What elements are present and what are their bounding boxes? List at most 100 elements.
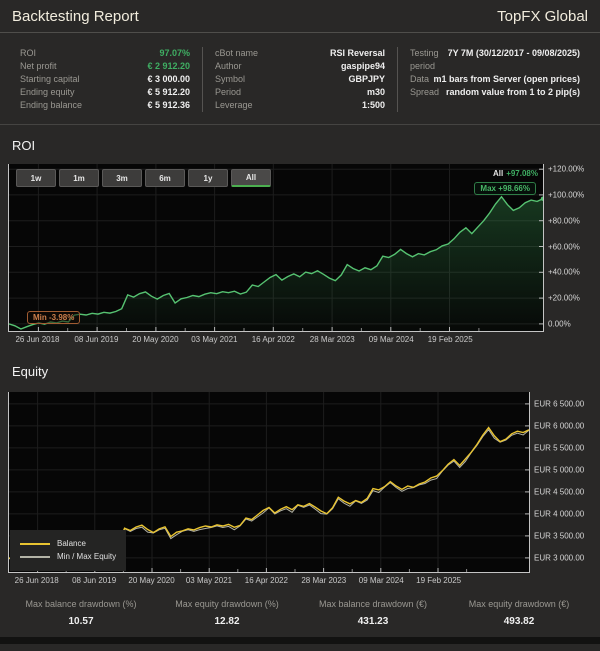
stat-label: ROI [20, 48, 37, 58]
stat-value: € 5 912.36 [147, 100, 190, 110]
equity-x-axis: 26 Jun 2018 08 Jun 2019 20 May 2020 03 May … [8, 573, 530, 588]
x-tick-label: 03 May 2021 [191, 335, 238, 344]
stat-row: Leverage 1:500 [215, 99, 385, 112]
equity-chart[interactable]: Balance Min / Max Equity [8, 392, 530, 573]
range-button-6m[interactable]: 6m [145, 169, 185, 187]
roi-min-annotation: Min -3.98% [27, 311, 81, 324]
range-button-1y[interactable]: 1y [188, 169, 228, 187]
stat-label: Period [215, 87, 242, 97]
x-tick-label: 03 May 2021 [185, 576, 233, 585]
y-tick-label: +80.00% [548, 216, 580, 226]
stat-value: RSI Reversal [329, 48, 385, 58]
roi-all-label: All [492, 169, 504, 178]
minmax-line-swatch [20, 555, 50, 558]
x-tick-label: 26 Jun 2018 [15, 335, 60, 344]
x-tick-label: 09 Mar 2024 [368, 335, 414, 344]
report-header: Backtesting Report TopFX Global [0, 0, 600, 33]
y-tick-label: +120.00% [548, 164, 585, 174]
stat-value: m30 [366, 87, 385, 97]
y-tick-label: EUR 3 500.00 [534, 531, 585, 541]
drawdown-stats: Max balance drawdown (%) 10.57 Max equit… [0, 588, 600, 633]
stat-row: Symbol GBPJPY [215, 73, 385, 86]
balance-line-swatch [20, 542, 50, 545]
stats-column-results: ROI 97.07% Net profit € 2 912.20 Starting … [8, 47, 202, 112]
y-tick-label: EUR 4 000.00 [534, 509, 585, 519]
footer-stat: Max balance drawdown (€) 431.23 [300, 599, 446, 627]
x-tick-label: 28 Mar 2023 [301, 576, 347, 585]
stat-row: Testing period 7Y 7M (30/12/2017 - 09/08/… [410, 47, 580, 73]
x-tick-label: 20 May 2020 [128, 576, 175, 585]
stat-value: 97.07% [159, 48, 190, 58]
footer-stat-value: 10.57 [68, 616, 94, 627]
equity-legend: Balance Min / Max Equity [10, 530, 127, 571]
stat-row: Period m30 [215, 86, 385, 99]
stat-row: Ending balance € 5 912.36 [20, 99, 190, 112]
footer-stat: Max balance drawdown (%) 10.57 [8, 599, 154, 627]
y-tick-label: +60.00% [548, 242, 580, 251]
y-tick-label: EUR 5 000.00 [534, 465, 585, 475]
y-tick-label: EUR 6 000.00 [534, 421, 585, 431]
legend-item-balance: Balance [20, 537, 116, 550]
footer-stat-label: Max balance drawdown (%) [25, 599, 137, 609]
stat-label: Net profit [20, 61, 57, 71]
summary-stats: ROI 97.07% Net profit € 2 912.20 Starting … [0, 33, 600, 125]
y-tick-label: 0.00% [548, 319, 571, 329]
roi-chart-block: 1w 1m 3m 6m 1y All All +97.08% Max +98.66… [8, 164, 592, 347]
stat-value: GBPJPY [348, 74, 385, 84]
roi-section-title: ROI [12, 138, 36, 153]
equity-section-title: Equity [12, 364, 49, 379]
stats-column-bot: cBot name RSI Reversal Author gaspipe94 Sy… [202, 47, 397, 112]
x-tick-label: 19 Feb 2025 [427, 335, 473, 344]
brand-name: TopFX Global [497, 8, 588, 25]
roi-chart[interactable]: 1w 1m 3m 6m 1y All All +97.08% Max +98.66… [8, 164, 544, 332]
stat-value: € 5 912.20 [147, 87, 190, 97]
stat-label: Spread [410, 87, 440, 97]
range-button-all[interactable]: All [231, 169, 271, 187]
stat-row: ROI 97.07% [20, 47, 190, 60]
stat-row: Starting capital € 3 000.00 [20, 73, 190, 86]
footer-stat-value: 12.82 [214, 616, 240, 627]
x-tick-label: 20 May 2020 [132, 335, 179, 344]
stat-label: Ending equity [20, 87, 75, 97]
y-tick-label: +20.00% [548, 293, 580, 303]
stat-value: 7Y 7M (30/12/2017 - 09/08/2025) [447, 48, 580, 58]
stat-row: Author gaspipe94 [215, 60, 385, 73]
y-tick-label: +100.00% [548, 190, 585, 200]
stat-label: Starting capital [20, 74, 80, 84]
stat-row: Net profit € 2 912.20 [20, 60, 190, 73]
y-tick-label: EUR 4 500.00 [534, 487, 585, 497]
stat-label: Author [215, 61, 242, 71]
roiPlot-svg [9, 164, 543, 331]
stat-row: Spread random value from 1 to 2 pip(s) [410, 86, 580, 99]
footer-stat-label: Max balance drawdown (€) [318, 599, 428, 609]
x-tick-label: 08 Jun 2019 [72, 576, 117, 585]
equity-chart-block: Balance Min / Max Equity 26 Jun 2018 08 J… [8, 392, 592, 588]
stat-label: Symbol [215, 74, 246, 84]
stat-value: m1 bars from Server (open prices) [433, 74, 580, 84]
equity-y-axis: EUR 3 000.00 EUR 3 500.00 EUR 4 000.00 EUR … [530, 392, 592, 573]
legend-label: Balance [57, 539, 86, 548]
x-tick-label: 28 Mar 2023 [309, 335, 355, 344]
roi-range-buttons: 1w 1m 3m 6m 1y All [16, 169, 271, 187]
roi-max-annotation: Max +98.66% [474, 182, 536, 195]
stat-value: € 2 912.20 [147, 61, 190, 71]
footer-stat: Max equity drawdown (%) 12.82 [154, 599, 300, 627]
stat-label: Ending balance [20, 100, 83, 110]
x-tick-label: 19 Feb 2025 [416, 576, 462, 585]
footer-stat-label: Max equity drawdown (€) [468, 599, 570, 609]
x-tick-label: 09 Mar 2024 [358, 576, 404, 585]
stats-column-testing: Testing period 7Y 7M (30/12/2017 - 09/08/… [397, 47, 592, 112]
page-title: Backtesting Report [12, 8, 139, 25]
stat-row: Ending equity € 5 912.20 [20, 86, 190, 99]
roi-all-value: +97.08% [506, 169, 538, 178]
stat-label: cBot name [215, 48, 259, 58]
legend-label: Min / Max Equity [57, 552, 117, 561]
bottom-strip [0, 637, 600, 644]
range-button-3m[interactable]: 3m [102, 169, 142, 187]
legend-item-minmax: Min / Max Equity [20, 550, 116, 563]
range-button-1w[interactable]: 1w [16, 169, 56, 187]
range-button-1m[interactable]: 1m [59, 169, 99, 187]
footer-stat: Max equity drawdown (€) 493.82 [446, 599, 592, 627]
y-tick-label: EUR 6 500.00 [534, 399, 585, 409]
footer-stat-value: 431.23 [357, 616, 389, 627]
